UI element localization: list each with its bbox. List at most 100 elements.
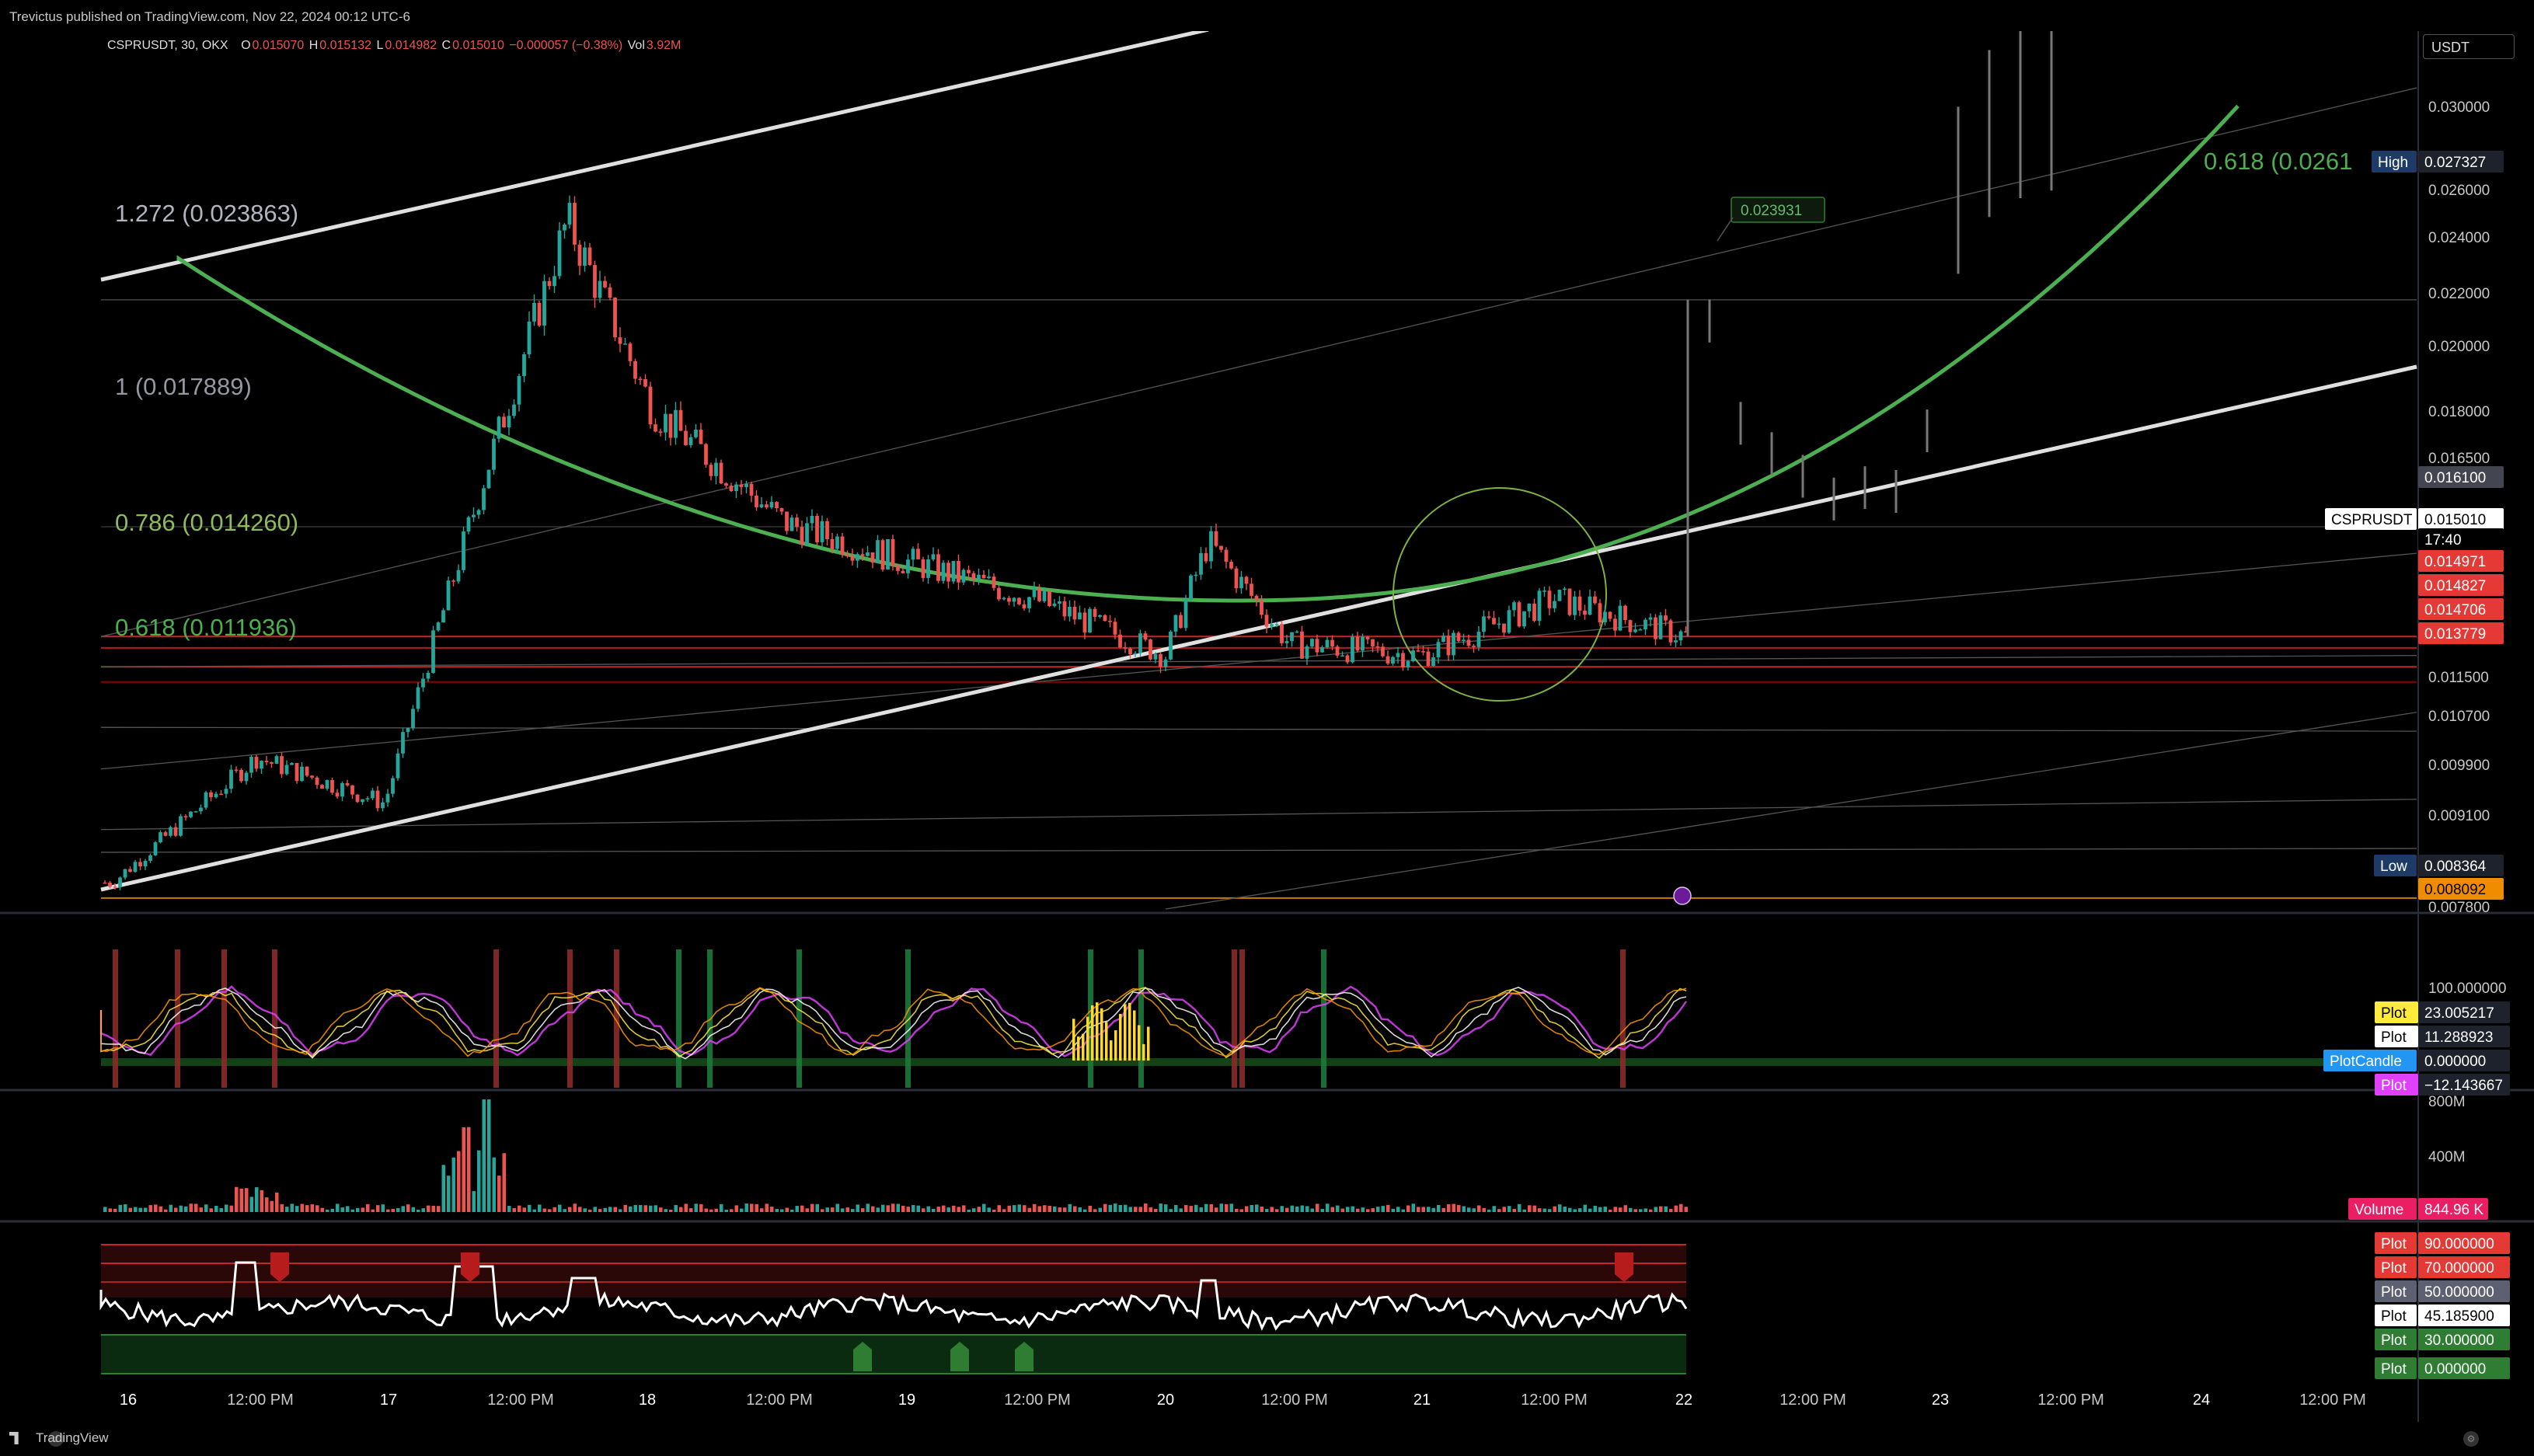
symbol-label[interactable]: CSPRUSDT, 30, OKX [107,39,228,52]
candle [300,762,304,782]
price-tag-text: 0.014971 [2424,554,2486,570]
volume-bar [891,1203,895,1212]
osc-value-tag-text: 0.000000 [2424,1054,2486,1070]
osc-signal-bar-red [1232,949,1237,1088]
candle-body [1532,603,1536,621]
settings-icon[interactable]: ⚙ [2463,1431,2479,1447]
volume-bar [1215,1207,1218,1212]
candle-body [755,495,758,507]
volume-bar [199,1207,203,1212]
volume-bar [487,1099,491,1212]
volume-bar [926,1206,930,1212]
candle [850,549,855,566]
candle-body [1553,601,1556,608]
osc-histogram-bar [1110,1040,1113,1061]
candle [350,785,354,799]
rsi-name-tag-text: Plot [2381,1284,2407,1301]
volume-bar [977,1207,981,1212]
candle [1426,647,1431,667]
fib-level-label: 0.786 (0.014260) [115,509,298,536]
rsi-name-tag: Plot [2375,1280,2417,1302]
candle-body [628,343,633,361]
volume-bar [922,1208,925,1212]
candle [537,301,542,327]
candle [1351,633,1354,664]
volume-bar [235,1186,239,1212]
osc-histogram-bar [1100,1008,1103,1061]
osc-histogram-bar [1114,1030,1117,1061]
volume-bar [1613,1207,1617,1212]
volume-bar [1093,1209,1097,1212]
candle [512,399,516,419]
chart-canvas[interactable]: 0.030000 0.026000 0.024000 0.022000 0.020000… [0,0,2534,1456]
volume-bar [1245,1206,1249,1212]
candle [295,762,299,784]
volume-bar [1239,1209,1243,1212]
event-flash-icon[interactable] [1673,886,1692,905]
currency-selector[interactable]: USDT [2423,34,2515,59]
candle [1148,639,1152,661]
volume-bar [755,1203,758,1212]
osc-signal-bar-red [1239,949,1245,1088]
candle [522,351,526,383]
osc-histogram-bar [1119,1014,1122,1061]
volume-bar [1078,1207,1082,1212]
tradingview-logo-icon [9,1432,19,1444]
candle [1295,630,1299,633]
candle-body [466,517,471,532]
candle-body [527,321,532,354]
candle-body [143,860,148,867]
candle-body [769,502,774,508]
candle-body [1588,596,1592,615]
candle [385,789,390,807]
candle-body [542,280,546,326]
volume-bar [795,1206,799,1212]
candle [593,260,597,308]
time-axis-label: 19 [898,1392,915,1409]
candle-body [249,757,253,773]
candle [648,381,653,429]
price-annotation: 0.023931 [1717,197,1825,242]
volume-bar [881,1204,885,1212]
volume-bar [154,1204,158,1212]
volume-bar [472,1191,476,1212]
high-label-tag-text: High [2378,155,2408,171]
candle-body [704,444,708,465]
candle-body [284,765,289,775]
candle [234,766,239,773]
candle [1532,598,1536,622]
volume-bar [876,1207,880,1212]
volume-bar [1528,1205,1532,1212]
osc-histogram-bar [1077,1036,1080,1061]
volume-bar [563,1209,566,1212]
candle [618,327,622,353]
candle [1391,656,1395,666]
osc-signal-bar-red [113,949,118,1088]
volume-bar [401,1206,405,1212]
candle-body [1446,636,1451,656]
candle [1250,577,1253,599]
volume-bar [1027,1207,1031,1212]
candle [375,785,380,812]
candle [1103,614,1107,622]
candle [527,311,532,359]
volume-bar [340,1207,344,1212]
candle [1643,618,1647,636]
candle [1542,587,1546,597]
candle [260,760,263,775]
volume-bar [265,1197,269,1212]
volume-bar [179,1205,183,1212]
candle-body [648,386,653,425]
price-tick-label: 0.030000 [2428,99,2490,116]
candle-body [1330,639,1334,647]
candle-body [1204,552,1208,562]
candle-body [1082,612,1087,633]
volume-bar [315,1205,319,1212]
volume-bar [750,1203,754,1212]
volume-bar [310,1204,314,1212]
candle-body [1537,590,1542,621]
osc-histogram-bar [1124,1004,1127,1061]
low-label-tag-text: Low [2380,859,2407,875]
osc-histogram-bar [1086,1016,1089,1061]
candle [361,799,364,805]
